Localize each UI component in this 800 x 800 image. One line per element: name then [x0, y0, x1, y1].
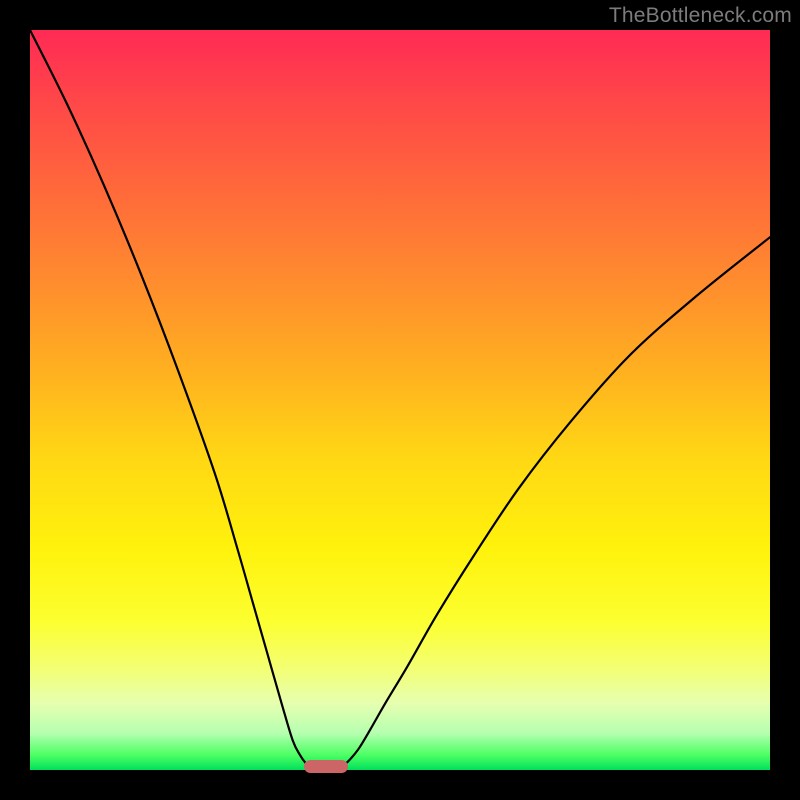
curve-left-branch	[30, 30, 315, 769]
plot-area	[30, 30, 770, 770]
bottleneck-curve	[30, 30, 770, 770]
watermark-text: TheBottleneck.com	[609, 4, 792, 28]
chart-frame: TheBottleneck.com	[0, 0, 800, 800]
min-marker-pill	[304, 760, 348, 773]
curve-right-branch	[337, 237, 770, 769]
